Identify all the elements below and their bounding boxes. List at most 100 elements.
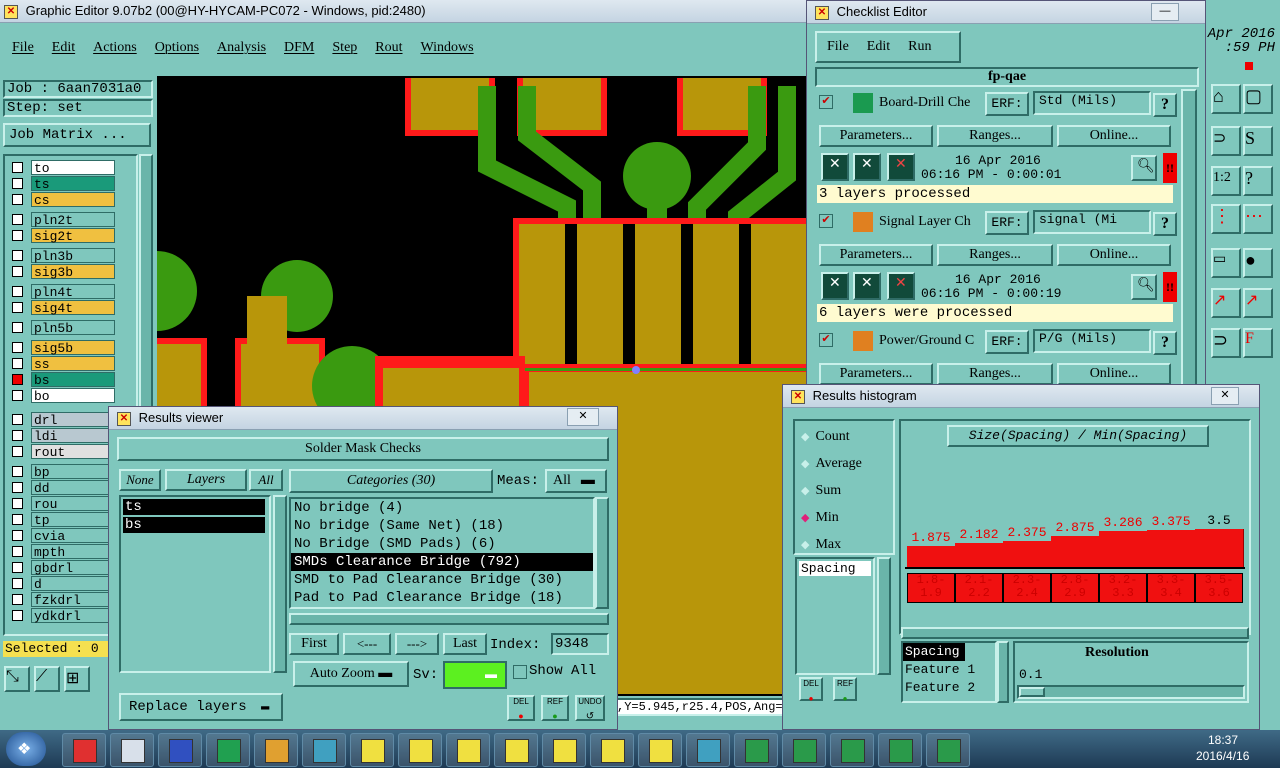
layer-row[interactable]: sig2t	[9, 228, 131, 244]
erf-value[interactable]: Std (Mils)	[1033, 91, 1151, 115]
layer-checkbox[interactable]	[12, 498, 23, 509]
taskbar-app-button[interactable]	[494, 733, 538, 767]
meas-dropdown[interactable]: All ▬	[545, 469, 607, 493]
category-item[interactable]: SMDs Clearance Bridge (792)	[291, 553, 593, 571]
layer-checkbox[interactable]	[12, 578, 23, 589]
mode-option-min[interactable]: ◆ Min	[801, 508, 839, 528]
pad-tool[interactable]: ●	[1243, 248, 1273, 278]
sort-option[interactable]: Spacing	[903, 643, 965, 661]
layer-name[interactable]: ldi	[31, 428, 115, 444]
tool-measure[interactable]: ⟋	[34, 666, 60, 692]
layer-checkbox[interactable]	[12, 610, 23, 621]
layer-name[interactable]: ydkdrl	[31, 608, 115, 624]
layer-checkbox[interactable]	[12, 194, 23, 205]
layer-checkbox[interactable]	[12, 562, 23, 573]
line-tool-2[interactable]: ↗	[1243, 288, 1273, 318]
layer-checkbox[interactable]	[12, 162, 23, 173]
layer-row[interactable]: sig5b	[9, 340, 131, 356]
sort-list[interactable]: Spacing Feature 1 Feature 2	[901, 641, 997, 703]
tool-snap[interactable]: ⊞	[64, 666, 90, 692]
auto-zoom-dropdown[interactable]: Auto Zoom ▬	[293, 661, 409, 687]
checklist-scrollbar[interactable]	[1181, 89, 1197, 389]
layer-checkbox[interactable]	[12, 250, 23, 261]
layer-checkbox[interactable]	[12, 390, 23, 401]
taskbar-app-button[interactable]	[542, 733, 586, 767]
show-all-checkbox[interactable]	[513, 665, 527, 679]
layer-row[interactable]: cs	[9, 192, 131, 208]
run-tool-3[interactable]: ✕	[887, 272, 915, 300]
run-tool-2[interactable]: ✕	[853, 153, 881, 181]
category-scrollbar[interactable]	[595, 497, 609, 609]
layer-checkbox[interactable]	[12, 466, 23, 477]
item-checkbox[interactable]: ✔	[819, 95, 833, 109]
layer-name[interactable]: ts	[31, 176, 115, 192]
sort-option[interactable]: Feature 2	[903, 679, 995, 697]
field-scrollbar[interactable]	[877, 557, 891, 675]
layer-checkbox[interactable]	[12, 482, 23, 493]
layer-result-scrollbar[interactable]	[273, 495, 287, 673]
layer-checkbox[interactable]	[12, 430, 23, 441]
chart-hscrollbar[interactable]	[901, 627, 1249, 639]
layer-name[interactable]: sig3b	[31, 264, 115, 280]
prev-button[interactable]: <---	[343, 633, 391, 655]
layer-row[interactable]: pln4t	[9, 284, 131, 300]
help-button[interactable]: ?	[1153, 212, 1177, 236]
layer-name[interactable]: cvia	[31, 528, 115, 544]
layer-row[interactable]: sig3b	[9, 264, 131, 280]
layer-name[interactable]: sig2t	[31, 228, 115, 244]
layer-name[interactable]: cs	[31, 192, 115, 208]
layer-row[interactable]: pln3b	[9, 248, 131, 264]
close-button[interactable]: ✕	[567, 408, 599, 426]
layer-name[interactable]: pln2t	[31, 212, 115, 228]
layer-name[interactable]: sig5b	[31, 340, 115, 356]
item-name[interactable]: Board-Drill Che	[879, 95, 989, 111]
replace-layers-dropdown[interactable]: Replace layers ▬	[119, 693, 283, 721]
layer-checkbox[interactable]	[12, 302, 23, 313]
taskbar-app-button[interactable]	[62, 733, 106, 767]
job-matrix-button[interactable]: Job Matrix ...	[3, 123, 151, 147]
layer-name[interactable]: gbdrl	[31, 560, 115, 576]
menu-step[interactable]: Step	[332, 40, 357, 60]
layer-checkbox[interactable]	[12, 342, 23, 353]
ruler-tool[interactable]: ▭	[1211, 248, 1241, 278]
arc-tool[interactable]: ⊃	[1211, 328, 1241, 358]
ranges-button[interactable]: Ranges...	[937, 125, 1053, 147]
start-button[interactable]: ❖	[6, 732, 46, 766]
taskbar-app-button[interactable]	[158, 733, 202, 767]
taskbar-app-button[interactable]	[926, 733, 970, 767]
layer-name[interactable]: to	[31, 160, 115, 176]
category-hscrollbar[interactable]	[289, 613, 609, 625]
item-checkbox[interactable]: ✔	[819, 214, 833, 228]
layer-checkbox[interactable]	[12, 446, 23, 457]
parameters-button[interactable]: Parameters...	[819, 244, 933, 266]
taskbar-app-button[interactable]	[590, 733, 634, 767]
layer-name[interactable]: bs	[31, 372, 115, 388]
erf-button[interactable]: ERF:	[985, 92, 1029, 116]
erf-button[interactable]: ERF:	[985, 330, 1029, 354]
category-list[interactable]: No bridge (4) No bridge (Same Net) (18) No…	[289, 497, 595, 609]
layer-name[interactable]: sig4t	[31, 300, 115, 316]
result-layer-item[interactable]: bs	[123, 517, 265, 533]
parameters-button[interactable]: Parameters...	[819, 125, 933, 147]
category-item[interactable]: SMD to Pad Clearance Bridge (30)	[291, 571, 593, 589]
menu-analysis[interactable]: Analysis	[217, 40, 266, 60]
del-button[interactable]: DEL ●	[507, 695, 535, 721]
taskbar-app-button[interactable]	[110, 733, 154, 767]
taskbar-app-button[interactable]	[206, 733, 250, 767]
checklist-menu-edit[interactable]: Edit	[867, 39, 890, 55]
net-tool-1[interactable]: ⋮	[1211, 204, 1241, 234]
menu-file[interactable]: File	[12, 40, 34, 60]
checklist-menu-file[interactable]: File	[827, 39, 849, 55]
net-tool-2[interactable]: ⋯	[1243, 204, 1273, 234]
category-item[interactable]: Pad to Pad Clearance Bridge (18)	[291, 589, 593, 607]
ref-button[interactable]: REF ●	[541, 695, 569, 721]
close-button[interactable]: ✕	[1211, 387, 1239, 405]
layer-row[interactable]: bs	[9, 372, 131, 388]
none-tab[interactable]: None	[119, 469, 161, 491]
mode-option-count[interactable]: ◆ Count	[801, 427, 850, 447]
first-button[interactable]: First	[289, 633, 339, 655]
help-tool[interactable]: ?	[1243, 166, 1273, 196]
taskbar-app-button[interactable]	[686, 733, 730, 767]
layer-name[interactable]: mpth	[31, 544, 115, 560]
layer-row[interactable]: ts	[9, 176, 131, 192]
